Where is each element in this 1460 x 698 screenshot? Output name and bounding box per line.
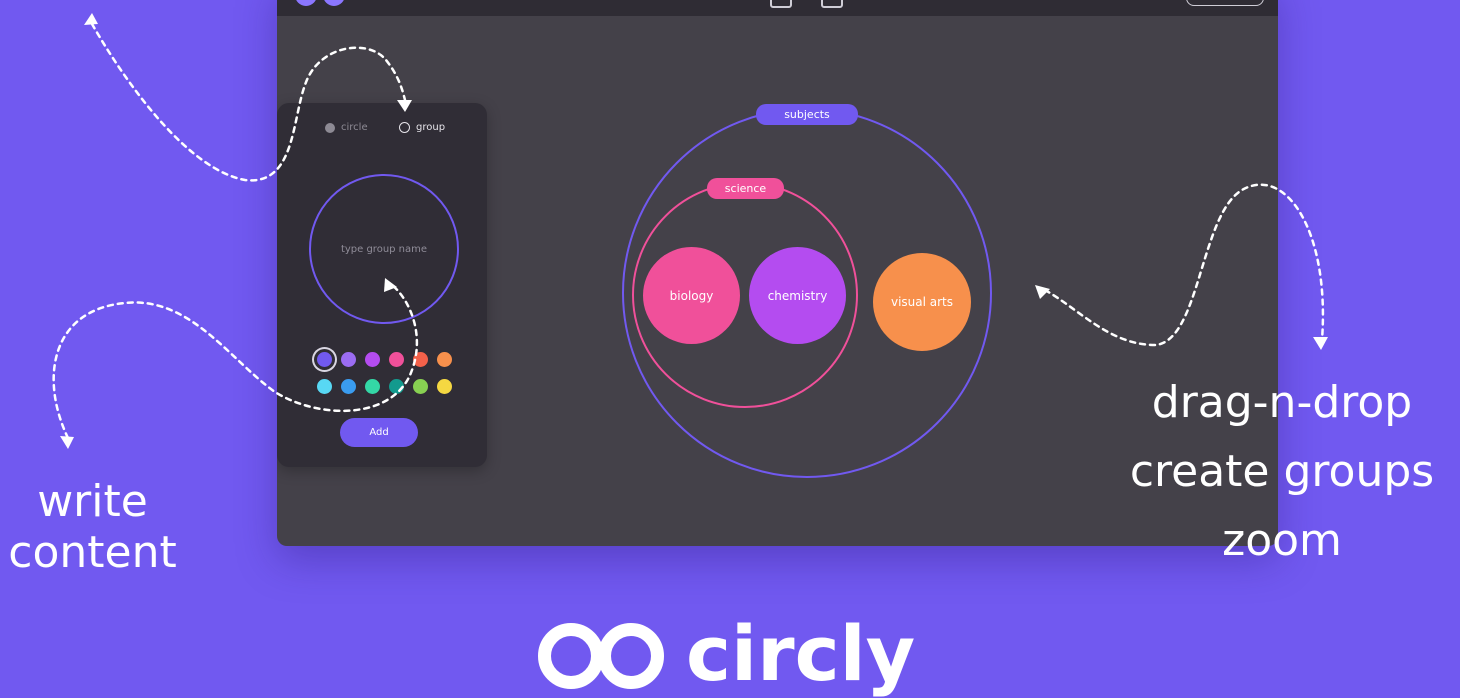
color-swatch[interactable] (437, 352, 452, 367)
color-swatch[interactable] (365, 379, 380, 394)
color-swatch[interactable] (341, 352, 356, 367)
caption-line: content (8, 527, 177, 578)
group-label-science[interactable]: science (707, 178, 784, 199)
create-panel: circle group Add (277, 103, 487, 467)
brand-logo: circly (538, 616, 915, 692)
color-swatch[interactable] (413, 352, 428, 367)
caption-line: zoom (1222, 515, 1342, 566)
radio-dot-icon (399, 122, 410, 133)
circle-visual-arts[interactable]: visual arts (873, 253, 971, 351)
circle-chemistry[interactable]: chemistry (749, 247, 846, 344)
radio-dot-icon (325, 122, 335, 133)
radio-circle[interactable]: circle (325, 122, 368, 133)
logo-circle-icon (538, 623, 604, 689)
color-swatch[interactable] (317, 352, 332, 367)
color-swatch[interactable] (365, 352, 380, 367)
color-swatch[interactable] (413, 379, 428, 394)
arrowhead-icon (1313, 337, 1328, 350)
group-label-subjects[interactable]: subjects (756, 104, 858, 125)
caption-line: create groups (1129, 446, 1435, 497)
color-swatch[interactable] (317, 379, 332, 394)
color-swatch[interactable] (437, 379, 452, 394)
caption-line: write (37, 476, 148, 527)
group-name-input[interactable] (327, 242, 441, 256)
radio-label: circle (341, 122, 368, 133)
brand-name: circly (686, 609, 916, 698)
caption-write-content: write content (0, 480, 185, 582)
color-swatch[interactable] (341, 379, 356, 394)
radio-label: group (416, 122, 446, 133)
add-button[interactable]: Add (340, 418, 418, 447)
logo-circle-icon (598, 623, 664, 689)
color-swatch[interactable] (389, 379, 404, 394)
radio-group[interactable]: group (399, 122, 445, 133)
group-name-preview (309, 174, 459, 324)
arrowhead-icon (84, 13, 98, 25)
caption-line: drag-n-drop (1151, 377, 1413, 428)
caption-features: drag-n-drop create groups zoom (1110, 381, 1454, 563)
circle-biology[interactable]: biology (643, 247, 740, 344)
color-swatch[interactable] (389, 352, 404, 367)
arrowhead-icon (60, 436, 74, 449)
